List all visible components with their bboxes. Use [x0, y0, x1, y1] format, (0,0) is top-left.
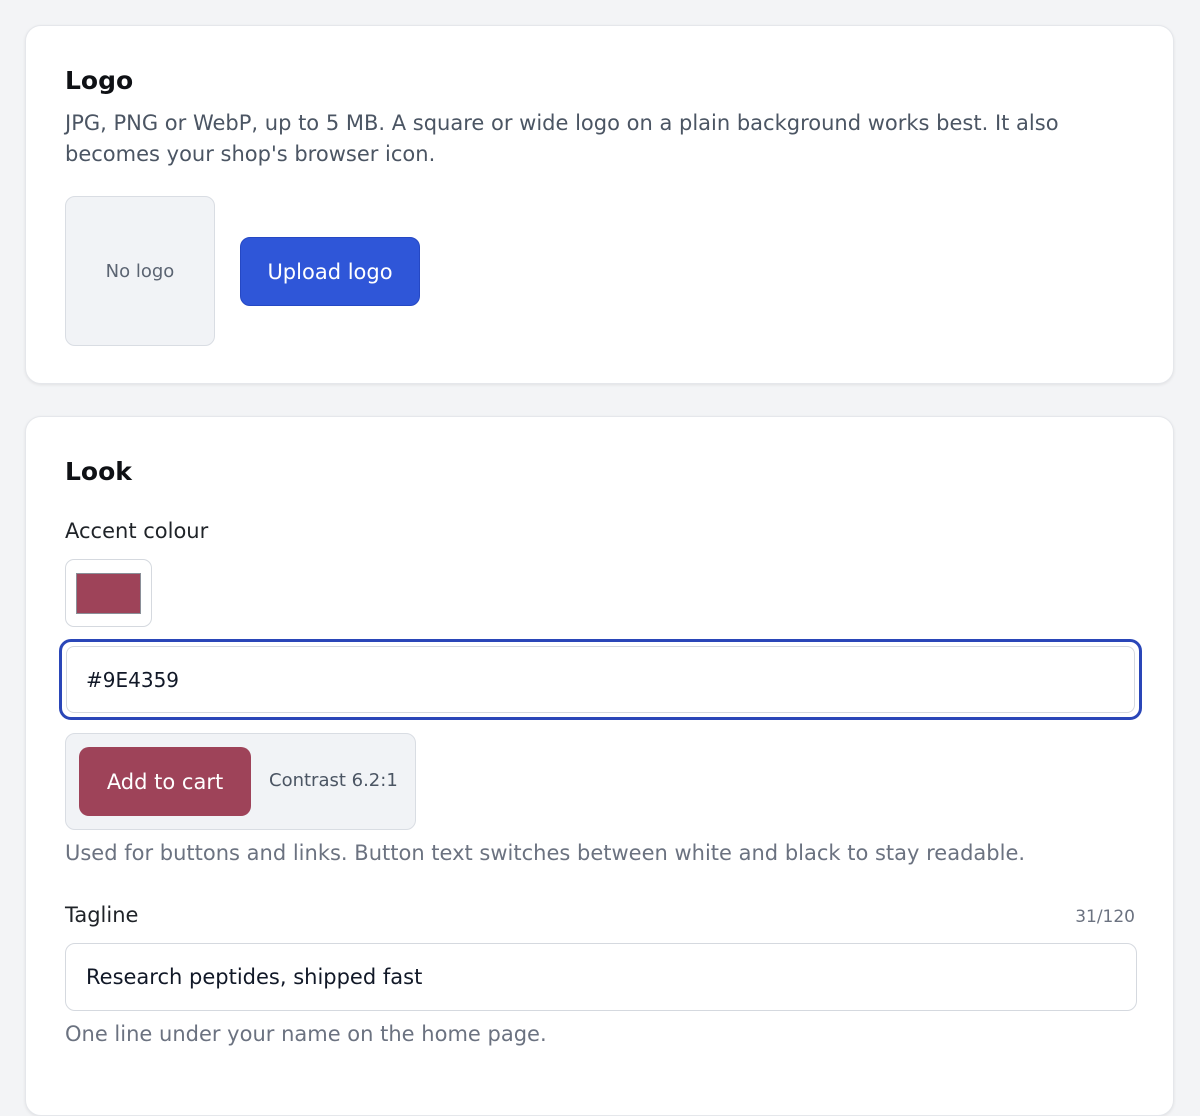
no-logo-text: No logo	[105, 260, 175, 282]
logo-preview-placeholder: No logo	[65, 196, 215, 346]
logo-description: JPG, PNG or WebP, up to 5 MB. A square o…	[65, 111, 1059, 166]
accent-hex-input[interactable]	[66, 646, 1135, 713]
upload-logo-button[interactable]: Upload logo	[240, 237, 420, 306]
logo-card: Logo JPG, PNG or WebP, up to 5 MB. A squ…	[25, 25, 1174, 384]
contrast-ratio: Contrast 6.2:1	[269, 770, 398, 791]
accent-colour-swatch	[76, 572, 141, 614]
tagline-label: Tagline	[65, 903, 139, 927]
accent-help-text: Used for buttons and links. Button text …	[65, 841, 1026, 865]
tagline-input[interactable]	[65, 943, 1137, 1011]
look-card: Look Accent colour Add to cart Contrast …	[25, 416, 1174, 1116]
accent-preview: Add to cart Contrast 6.2:1	[65, 733, 416, 830]
look-section-title: Look	[65, 457, 132, 486]
tagline-help-text: One line under your name on the home pag…	[65, 1022, 547, 1046]
accent-hex-field-focus-ring	[59, 639, 1142, 720]
tagline-char-counter: 31/120	[1075, 907, 1135, 927]
accent-colour-label: Accent colour	[65, 519, 209, 543]
add-to-cart-preview-button[interactable]: Add to cart	[79, 747, 251, 816]
accent-colour-picker[interactable]	[65, 559, 152, 627]
logo-section-title: Logo	[65, 66, 134, 95]
